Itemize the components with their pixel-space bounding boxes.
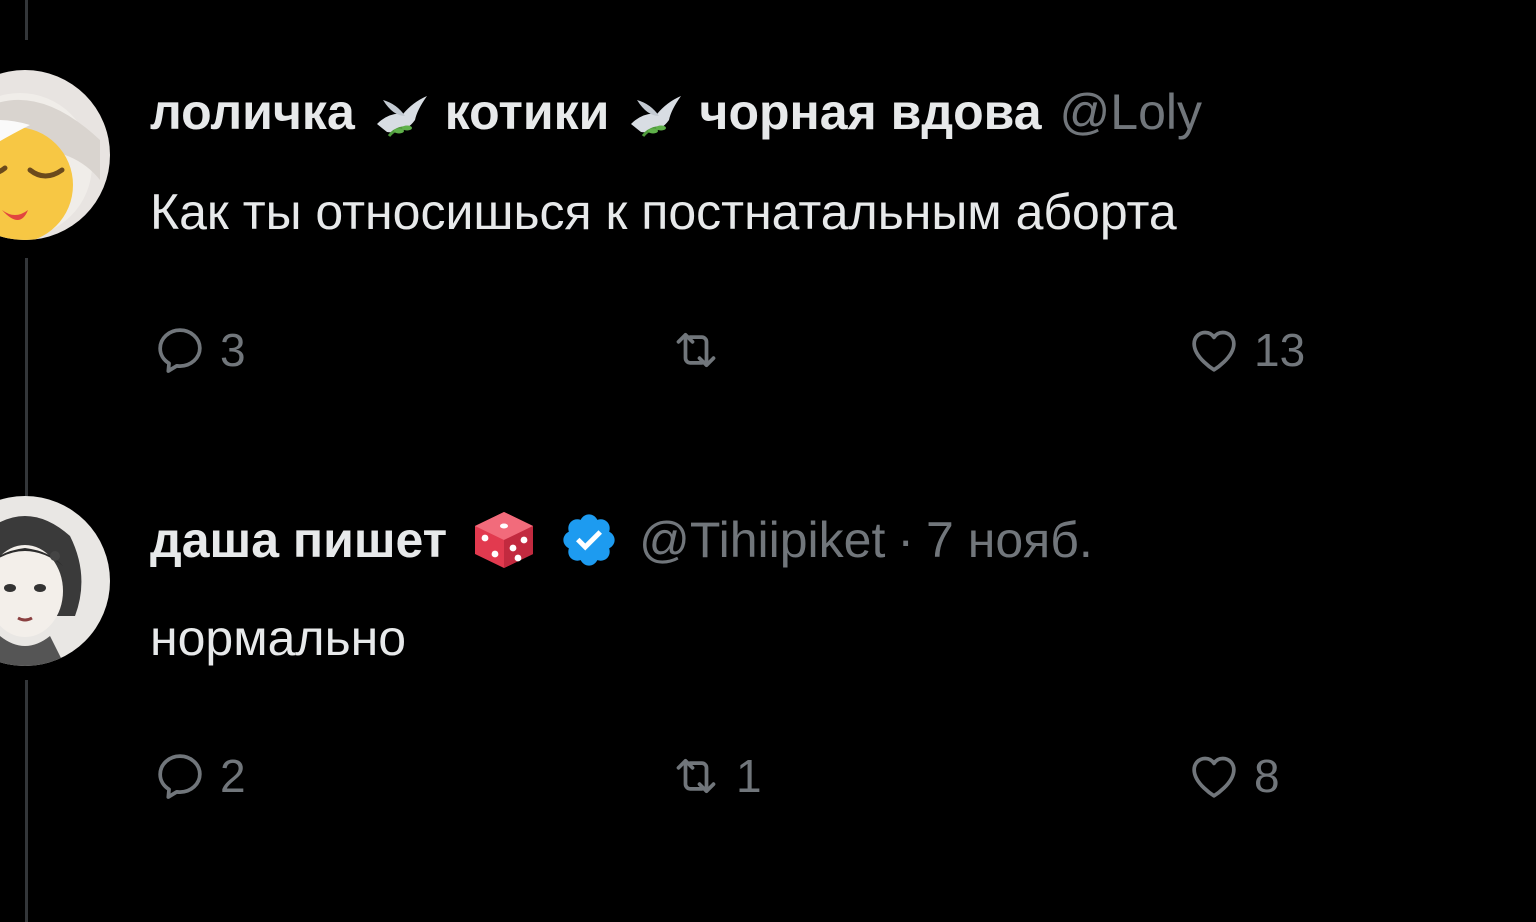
reply-icon [158,328,202,373]
dove-icon [623,82,685,142]
like-count: 13 [1254,324,1306,376]
separator: · [897,512,915,568]
like-button[interactable]: 13 [1186,322,1305,378]
retweet-icon [676,332,716,368]
retweet-button[interactable]: 1 [668,748,762,804]
thread-line-bottom [25,680,28,922]
heart-icon [1192,330,1236,372]
tweet-header: даша пишет @Tihiipiket · 7 нояб. [150,510,1093,570]
tweet-text: нормально [150,610,407,666]
thread-line-top [25,0,28,40]
dice-icon [471,510,537,570]
retweet-icon [676,758,716,794]
thread-line-middle [25,258,28,498]
like-button[interactable]: 8 [1186,748,1280,804]
tweet-text: Как ты относишься к постнатальным аборта [150,184,1177,240]
retweet-count: 1 [736,750,762,802]
dove-icon [369,82,431,142]
reply-icon [158,754,202,799]
reply-count: 2 [220,750,246,802]
verified-badge-icon [559,510,621,570]
handle[interactable]: @Tihiipiket [639,510,885,570]
tweet-header: лоличка котики чорная вдова @Loly [150,82,1202,142]
avatar-drawing-image [0,496,110,666]
display-name[interactable]: лоличка [150,82,355,142]
like-count: 8 [1254,750,1280,802]
avatar-emoji-image [0,70,110,240]
timestamp[interactable]: 7 нояб. [926,510,1093,570]
display-name-part[interactable]: чорная вдова [699,82,1041,142]
handle[interactable]: @Loly [1060,82,1202,142]
reply-button[interactable]: 2 [152,748,246,804]
display-name-part[interactable]: котики [445,82,610,142]
retweet-button[interactable] [668,322,736,378]
avatar[interactable] [0,70,110,240]
display-name[interactable]: даша пишет [150,510,447,570]
avatar[interactable] [0,496,110,666]
reply-count: 3 [220,324,246,376]
heart-icon [1192,756,1236,798]
reply-button[interactable]: 3 [152,322,246,378]
